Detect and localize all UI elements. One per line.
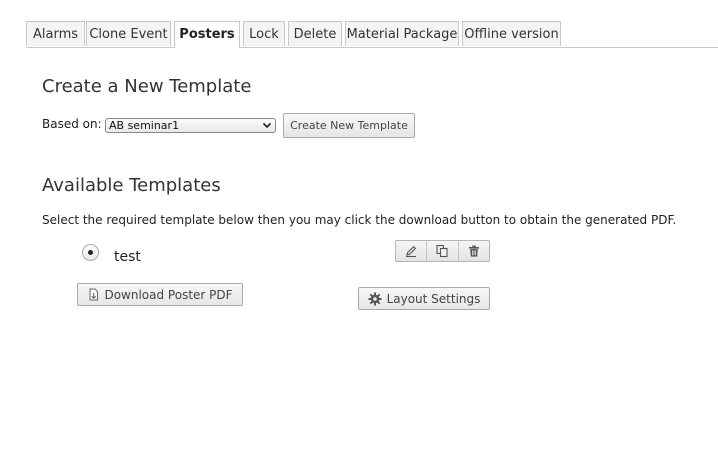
- chevron-down-icon: [262, 122, 272, 129]
- tab-lock[interactable]: Lock: [243, 21, 285, 46]
- tab-delete[interactable]: Delete: [288, 21, 342, 46]
- trash-icon: [468, 245, 479, 257]
- templates-description: Select the required template below then …: [42, 213, 677, 227]
- based-on-label: Based on:: [42, 117, 102, 131]
- template-radio-test[interactable]: [82, 244, 99, 261]
- available-templates-heading: Available Templates: [42, 175, 221, 196]
- edit-template-button[interactable]: [396, 241, 428, 261]
- delete-template-button[interactable]: [459, 241, 489, 261]
- layout-settings-label: Layout Settings: [386, 291, 481, 306]
- tab-clone-event[interactable]: Clone Event: [86, 21, 171, 46]
- download-poster-pdf-button[interactable]: Download Poster PDF: [77, 283, 243, 306]
- create-new-template-button[interactable]: Create New Template: [283, 113, 415, 138]
- tab-material-package[interactable]: Material Package: [345, 21, 459, 46]
- template-name: test: [114, 249, 141, 265]
- create-template-heading: Create a New Template: [42, 76, 252, 97]
- tab-alarms[interactable]: Alarms: [26, 21, 85, 46]
- gear-icon: [368, 292, 382, 305]
- based-on-select[interactable]: AB seminar1: [105, 118, 276, 133]
- download-icon: [89, 288, 99, 301]
- tab-offline-version[interactable]: Offline version: [462, 21, 561, 46]
- posters-page: Alarms Clone Event Posters Lock Delete M…: [0, 0, 718, 462]
- template-actions-group: [395, 240, 490, 262]
- clone-template-button[interactable]: [427, 241, 459, 261]
- layout-settings-button[interactable]: Layout Settings: [358, 287, 490, 310]
- download-poster-pdf-label: Download Poster PDF: [104, 287, 233, 302]
- edit-icon: [406, 245, 417, 258]
- tab-bar: Alarms Clone Event Posters Lock Delete M…: [26, 21, 718, 48]
- clone-icon: [436, 244, 449, 258]
- tab-posters[interactable]: Posters: [174, 21, 240, 48]
- based-on-selected-value: AB seminar1: [109, 119, 180, 132]
